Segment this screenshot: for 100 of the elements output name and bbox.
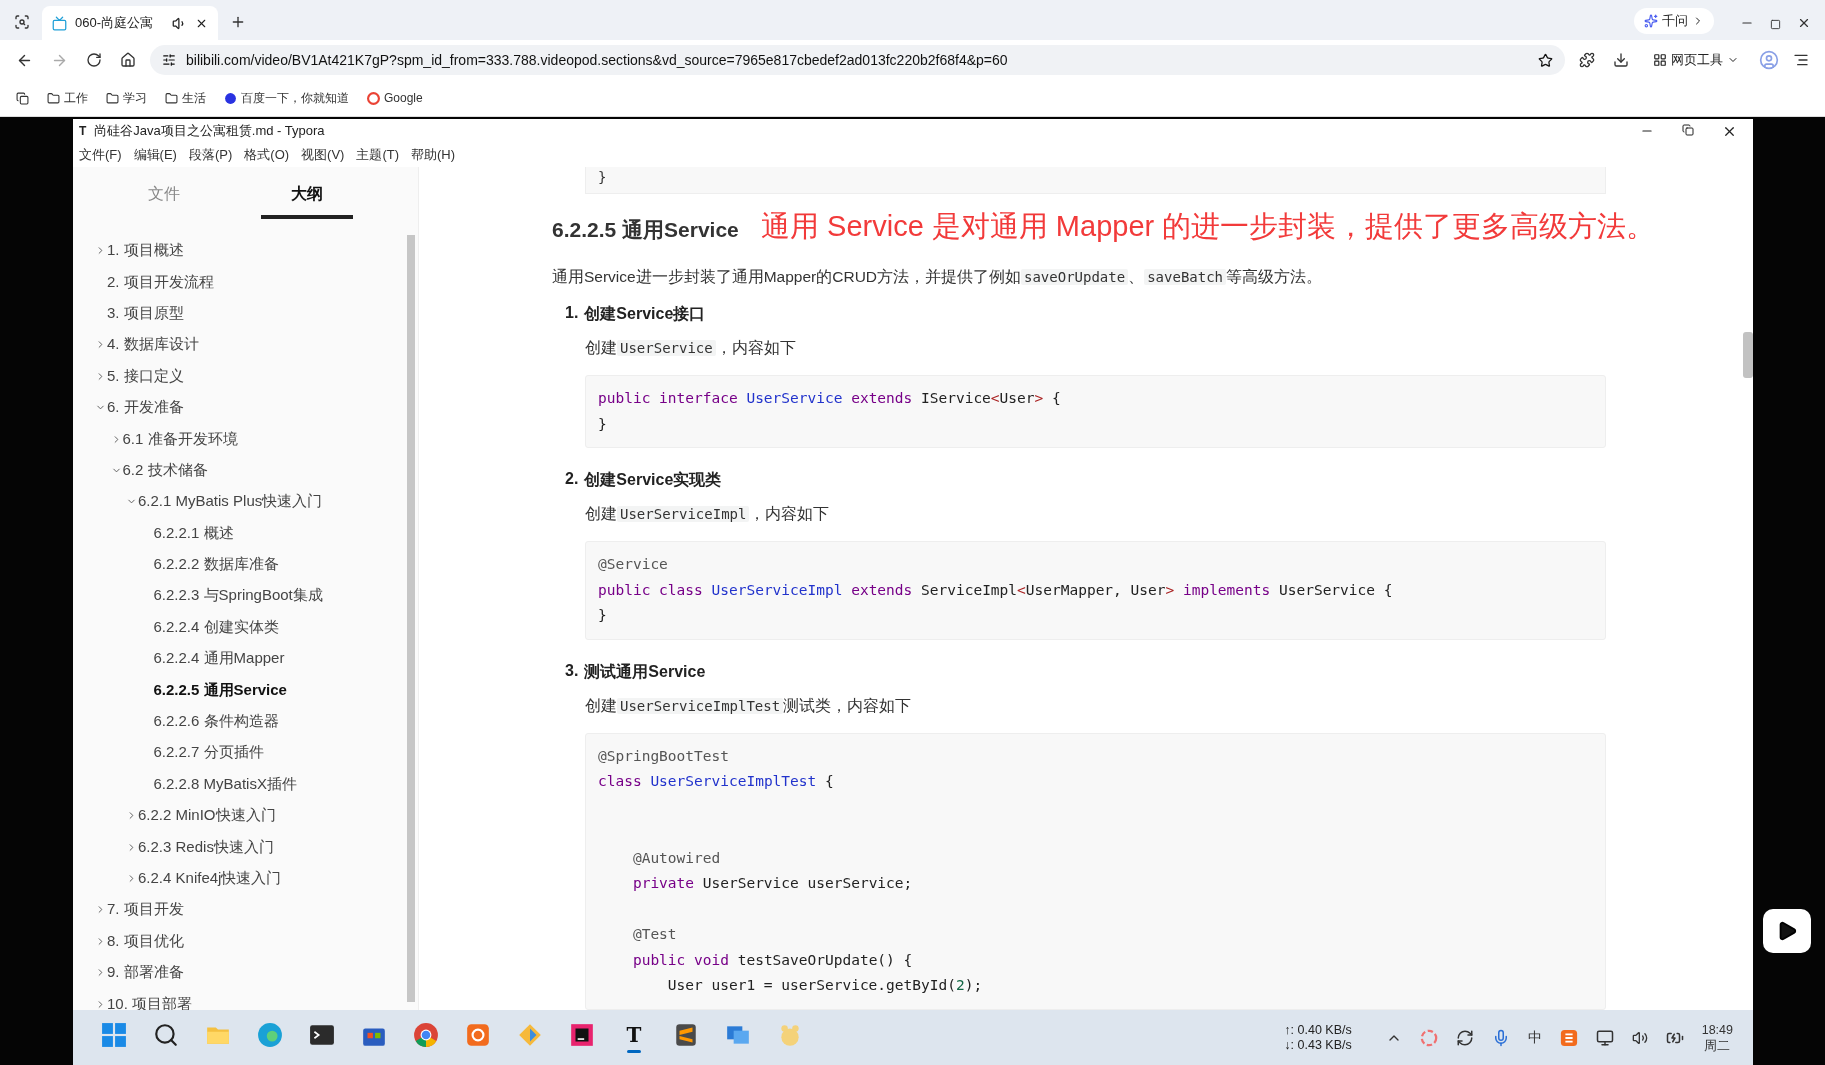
bookmark[interactable]: 学习 [106, 89, 147, 107]
code-line: @Autowired [631, 848, 722, 868]
tab-search-icon [14, 14, 30, 30]
sidebar-tab[interactable]: 大纲 [260, 184, 353, 219]
menu-item[interactable]: 编辑(E) [133, 146, 177, 164]
outline-item[interactable]: 4. 数据库设计 [107, 335, 199, 355]
chrome-icon [413, 1021, 439, 1048]
search-icon [153, 1021, 179, 1048]
bookmark[interactable]: 工作 [47, 89, 88, 107]
folder-icon [165, 91, 178, 105]
app-icon [465, 1021, 491, 1048]
close-icon [1797, 16, 1811, 30]
pinwheel-icon[interactable] [1419, 1028, 1438, 1047]
tools-button[interactable]: 网页工具 [1643, 47, 1749, 73]
outline-item[interactable]: 6.2.1 MyBatis Plus快速入门 [138, 492, 323, 512]
code-line: class UserServiceImplTest { [598, 772, 835, 791]
bookmark[interactable]: Google [367, 91, 423, 105]
star-icon[interactable] [1538, 52, 1553, 68]
outline-item[interactable]: 6.2.2.2 数据库准备 [153, 555, 279, 575]
ime-indicator[interactable]: 中 [1527, 1028, 1542, 1047]
outline-item[interactable]: 6. 开发准备 [107, 398, 184, 418]
folder-icon [106, 91, 119, 105]
address-bar[interactable]: bilibili.com/video/BV1At421K7gP?spm_id_from=333.788.videopod.sections&vd_source=7965e817cbedef2ad013fc220b2f68f4&p=60 [150, 45, 1565, 75]
ring-icon [367, 91, 380, 105]
code-line: public interface UserService extends IService<User> { [598, 389, 1062, 408]
sidebar-tab[interactable]: 文件 [118, 184, 211, 219]
menu-item[interactable]: 帮助(H) [411, 146, 456, 164]
outline-item[interactable]: 6.2.2.3 与SpringBoot集成 [153, 586, 323, 606]
outline-item[interactable]: 6.2.2.1 概述 [153, 523, 234, 543]
code-line: public void testSaveOrUpdate() { [631, 950, 914, 970]
app-icon[interactable] [1559, 1028, 1578, 1047]
menu-item[interactable]: 格式(O) [244, 146, 290, 164]
outline-item[interactable]: 6.2.2.4 创建实体类 [153, 617, 279, 637]
browser-tab[interactable]: 060-尚庭公寓 [42, 6, 218, 40]
site-settings-icon[interactable] [162, 53, 176, 67]
taskbar-app[interactable]: T [615, 1015, 653, 1060]
bookmark[interactable]: 百度一下，你就知道 [224, 89, 349, 107]
paragraph: 创建 UserServiceImplTest 测试类，内容如下 [585, 695, 913, 716]
code-line: @Test [631, 925, 678, 944]
windows-logo-icon [101, 1021, 127, 1048]
tv-icon [52, 15, 67, 31]
step-title: 2. 创建Service实现类 [564, 470, 723, 490]
volume-icon[interactable] [1631, 1029, 1648, 1046]
puzzle-icon [1579, 52, 1595, 68]
outline-item[interactable]: 7. 项目开发 [107, 900, 184, 920]
menu-item[interactable]: 文件(F) [79, 146, 122, 164]
scrollbar-thumb[interactable] [1743, 332, 1753, 378]
reload-icon [86, 52, 102, 68]
tab-groups-icon[interactable] [16, 91, 29, 105]
code-line: public class UserServiceImpl extends ServiceImpl<UserMapper, User> implements UserService { [598, 580, 1394, 600]
paragraph: 通用Service进一步封装了通用Mapper的CRUD方法，并提供了例如 saveOrUpdate 、 saveBatch 等高级方法。 [552, 267, 1324, 287]
outline-item[interactable]: 6.1 准备开发环境 [122, 429, 238, 449]
section-heading: 6.2.2.5 通用Service [552, 217, 739, 243]
outline-item[interactable]: 6.2 技术储备 [122, 460, 208, 480]
download-icon [1613, 52, 1629, 68]
outline-item[interactable]: 9. 部署准备 [107, 963, 184, 983]
outline-item[interactable]: 6.2.2.4 通用Mapper [153, 649, 285, 669]
code-line: @SpringBootTest [598, 746, 730, 766]
outline-item[interactable]: 6.2.2.6 条件构造器 [153, 712, 279, 732]
code-line: User user1 = userService.getById(2); [666, 976, 984, 995]
sync-icon[interactable] [1455, 1028, 1474, 1047]
url-text: bilibili.com/video/BV1At421K7gP?spm_id_from=333.788.videopod.sections&vd_source=7965e817cbedef2ad013fc220b2f68f4&p=60 [186, 52, 1009, 68]
clock[interactable]: 18:49 周二 [1701, 1021, 1733, 1054]
play-button[interactable] [1763, 909, 1811, 953]
subtitle: 通用 Service 是对通用 Mapper 的进一步封装，提供了更多高级方法。 [761, 209, 1656, 244]
outline-item[interactable]: 5. 接口定义 [107, 366, 184, 386]
bookmark[interactable]: 生活 [165, 89, 206, 107]
step-title: 1. 创建Service接口 [564, 304, 707, 324]
plus-icon [230, 14, 246, 30]
outline-item[interactable]: 1. 项目概述 [107, 241, 184, 261]
app-icon [673, 1021, 699, 1048]
sparkle-icon [1644, 14, 1658, 28]
network-icon[interactable] [1595, 1028, 1614, 1047]
assistant-button[interactable]: 千问 [1634, 8, 1714, 34]
grid-icon [1653, 53, 1667, 67]
code-line: private UserService userService; [631, 874, 914, 893]
home-icon [120, 52, 136, 68]
outline-item[interactable]: 2. 项目开发流程 [107, 272, 214, 292]
outline-item[interactable]: 10. 项目部署 [107, 994, 193, 1010]
restore-button[interactable] [1682, 123, 1694, 136]
outline-item[interactable]: 6.2.3 Redis快速入门 [138, 837, 274, 857]
outline-item[interactable]: 8. 项目优化 [107, 931, 184, 951]
app-icon [569, 1021, 595, 1048]
outline-item[interactable]: 6.2.2.5 通用Service [153, 680, 287, 700]
outline-item[interactable]: 6.2.4 Knife4j快速入门 [138, 869, 282, 888]
menu-icon [1793, 52, 1809, 68]
upload-speed: ↑: 0.40 KB/s [1284, 1022, 1352, 1038]
code-line: @Service [598, 555, 669, 574]
menu-item[interactable]: 主题(T) [356, 146, 400, 164]
outline-item[interactable]: 3. 项目原型 [107, 303, 184, 323]
paragraph: 创建 UserServiceImpl ，内容如下 [585, 504, 831, 524]
avatar-icon[interactable] [1759, 50, 1779, 70]
maximize-icon [1770, 19, 1781, 30]
code-line: } [598, 414, 608, 434]
menu-item[interactable]: 视图(V) [301, 146, 345, 164]
menu-item[interactable]: 段落(P) [188, 146, 233, 164]
outline-item[interactable]: 6.2.2.8 MyBatisX插件 [153, 774, 297, 794]
outline-item[interactable]: 6.2.2.7 分页插件 [153, 743, 264, 763]
window-title: 尚硅谷Java项目之公寓租赁.md - Typora [94, 122, 325, 140]
outline-item[interactable]: 6.2.2 MinIO快速入门 [138, 806, 276, 826]
